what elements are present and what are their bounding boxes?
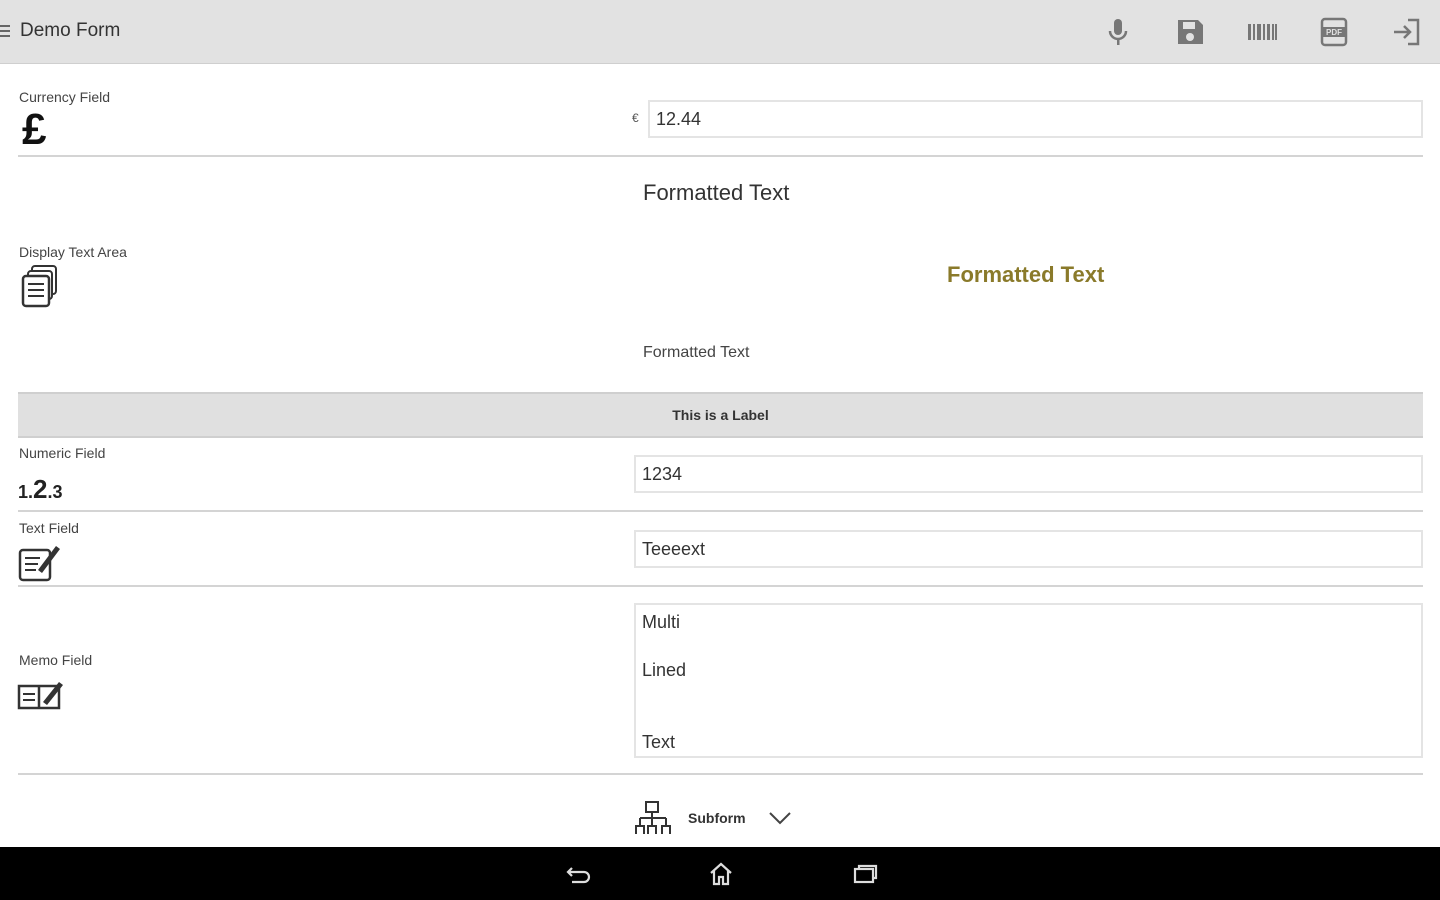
numeric-icon-part: 1.	[18, 482, 34, 502]
subform-toggle[interactable]: Subform	[634, 800, 792, 836]
divider	[18, 155, 1423, 157]
pdf-icon[interactable]: PDF	[1316, 14, 1352, 50]
back-icon[interactable]	[562, 859, 594, 889]
formatted-text-3: Formatted Text	[643, 344, 750, 361]
svg-text:PDF: PDF	[1326, 28, 1342, 37]
edit-form-icon	[18, 542, 64, 589]
save-icon[interactable]	[1172, 14, 1208, 50]
numeric-icon-part: 2	[33, 474, 48, 504]
barcode-icon[interactable]	[1244, 14, 1280, 50]
divider	[18, 773, 1423, 775]
numeric-icon: 1.2.3	[18, 474, 63, 505]
memo-line: Multi	[642, 612, 681, 632]
label-bar: This is a Label	[18, 392, 1423, 438]
memo-line: Lined	[642, 660, 687, 680]
notebook-edit-icon	[17, 680, 65, 717]
appbar-actions: PDF	[1100, 14, 1424, 50]
menu-icon[interactable]	[0, 22, 14, 42]
pound-icon: £	[22, 105, 47, 154]
currency-input[interactable]: 12.44	[648, 100, 1423, 138]
home-icon[interactable]	[705, 859, 737, 889]
numeric-input[interactable]: 1234	[634, 455, 1423, 493]
memo-input[interactable]: Multi Lined Text	[634, 603, 1423, 758]
formatted-text-2: Formatted Text	[947, 262, 1105, 287]
text-input[interactable]: Teeeext	[634, 530, 1423, 568]
exit-icon[interactable]	[1388, 14, 1424, 50]
numeric-field-label: Numeric Field	[19, 445, 106, 461]
app-title: Demo Form	[20, 20, 121, 41]
memo-field-label: Memo Field	[19, 652, 93, 668]
currency-symbol: €	[632, 111, 639, 125]
subform-label: Subform	[688, 810, 746, 826]
documents-icon	[20, 264, 60, 313]
system-nav-bar	[0, 847, 1440, 900]
chevron-down-icon[interactable]	[768, 810, 792, 826]
divider	[18, 585, 1423, 587]
text-field-label: Text Field	[19, 520, 79, 536]
currency-field-label: Currency Field	[19, 89, 111, 105]
memo-line: Text	[642, 732, 676, 752]
hierarchy-icon	[635, 801, 671, 834]
recent-apps-icon[interactable]	[849, 859, 881, 889]
divider	[18, 510, 1423, 512]
numeric-icon-part: .3	[47, 482, 63, 502]
display-text-area-label: Display Text Area	[19, 244, 127, 260]
app-bar: Demo Form PDF	[0, 0, 1440, 64]
microphone-icon[interactable]	[1100, 14, 1136, 50]
formatted-text-1: Formatted Text	[643, 180, 790, 205]
